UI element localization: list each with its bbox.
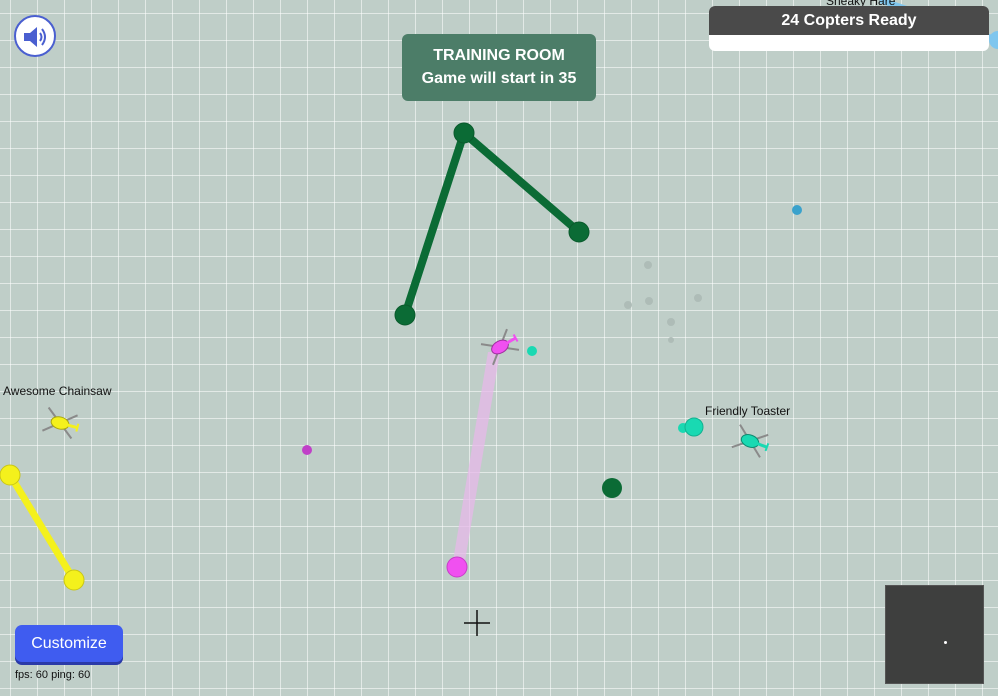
cyan-dot xyxy=(527,346,537,356)
customize-button[interactable]: Customize xyxy=(15,625,123,662)
green-orb xyxy=(602,478,622,498)
sound-button[interactable] xyxy=(14,15,56,57)
purple-dot xyxy=(302,445,312,455)
countdown-text: Game will start in 35 xyxy=(421,70,577,87)
player-name-left: Awesome Chainsaw xyxy=(3,384,112,398)
game-canvas[interactable] xyxy=(0,0,998,696)
copters-ready-panel: 24 Copters Ready xyxy=(709,6,989,51)
room-status-panel: TRAINING ROOM Game will start in 35 xyxy=(402,34,596,101)
pink-tether xyxy=(452,352,500,567)
minimap xyxy=(885,585,984,684)
pink-anchor xyxy=(446,556,468,578)
blue-dot xyxy=(792,205,802,215)
speaker-icon xyxy=(24,27,46,47)
crosshair-icon xyxy=(464,610,490,636)
green-rope xyxy=(394,122,590,326)
player-name-right: Friendly Toaster xyxy=(705,404,791,418)
performance-stats: fps: 60 ping: 60 xyxy=(15,669,91,681)
minimap-player-dot xyxy=(944,641,947,644)
cyan-orb xyxy=(684,417,704,437)
yellow-rope xyxy=(0,464,85,591)
cyan-copter xyxy=(731,424,770,458)
copters-ready-label: 24 Copters Ready xyxy=(709,6,989,35)
trail-dots xyxy=(624,261,702,343)
yellow-copter xyxy=(42,406,80,440)
offscreen-node xyxy=(989,31,998,49)
room-title: TRAINING ROOM xyxy=(433,47,565,64)
